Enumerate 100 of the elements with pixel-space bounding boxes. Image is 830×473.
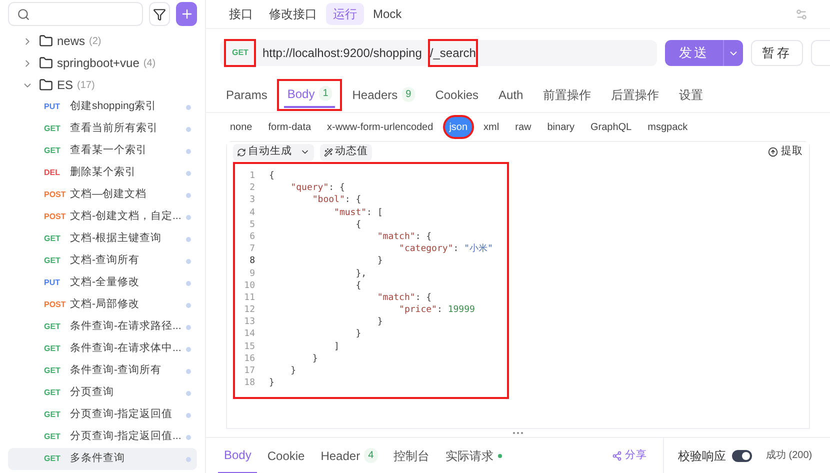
method-label: GET (44, 365, 62, 377)
request-item[interactable]: GET 多条件查询 (8, 448, 197, 470)
response-tab[interactable]: Header 4 (314, 438, 384, 473)
line-number: 5 (248, 218, 255, 231)
code-editor[interactable]: 1 { 2 "query": { 3 "bool": { 4 "must": [ 5 { 6 "match": { 7 "category": "小米" 8 } 9 }, 10 { 11 "match": { 12 "price": 19999 13 } 14 } 15 ] 16 } 17 } 18 } (235, 164, 507, 397)
request-item[interactable]: GET 文档-根据主键查询 (8, 228, 197, 250)
top-tab[interactable]: 运行 (326, 3, 364, 25)
top-tab[interactable]: Mock (366, 3, 409, 25)
code-line: "must": [ (333, 206, 383, 219)
body-type-option[interactable]: binary (543, 117, 578, 137)
line-number: 1 (248, 170, 255, 182)
item-count: (4) (143, 56, 156, 70)
request-name: 文档-全量修改 (70, 275, 140, 290)
request-item[interactable]: GET 条件查询-查询所有 (8, 360, 197, 382)
request-name: 条件查询-在请求路径... (70, 319, 182, 334)
method-label: GET (44, 233, 62, 245)
request-tab[interactable]: Headers 9 (349, 82, 418, 108)
code-line: { (269, 170, 274, 182)
line-number: 15 (243, 340, 255, 353)
request-item[interactable]: PUT 文档-全量修改 (8, 272, 197, 294)
upload-icon (768, 147, 778, 157)
code-line: ] (333, 340, 340, 353)
request-item[interactable]: POST 文档-创建文档，自定... (8, 206, 197, 228)
folder-item[interactable]: ES (17) (0, 74, 205, 96)
method-label: PUT (44, 101, 61, 113)
request-tab[interactable]: Body 1 (284, 82, 336, 108)
drag-handle-icon[interactable] (513, 432, 523, 434)
sliders-icon[interactable] (795, 8, 808, 20)
count-badge: 1 (318, 86, 332, 101)
wand-icon (324, 148, 333, 156)
request-tab[interactable]: Cookies (432, 82, 482, 108)
request-item[interactable]: GET 条件查询-在请求体中... (8, 338, 197, 360)
response-tab[interactable]: 实际请求 (440, 438, 508, 473)
request-item[interactable]: GET 查看某一个索引 (8, 140, 197, 162)
response-tab[interactable]: 控制台 (388, 438, 436, 473)
request-item[interactable]: GET 分页查询-指定返回值 (8, 404, 197, 426)
line-number: 18 (243, 377, 255, 390)
folder-icon (39, 78, 53, 92)
validate-toggle[interactable] (732, 450, 752, 462)
request-name: 删除某个索引 (70, 165, 137, 180)
body-type-option[interactable]: raw (511, 117, 536, 137)
request-tab[interactable]: Params (223, 82, 270, 108)
folder-item[interactable]: news (2) (0, 30, 205, 52)
search-field[interactable] (8, 2, 143, 26)
response-tab[interactable]: Body (218, 438, 258, 473)
folder-item[interactable]: springboot+vue (4) (0, 52, 205, 74)
dynamic-value-button[interactable]: 动态值 (320, 144, 372, 160)
extract-button[interactable]: 提取 (768, 144, 803, 160)
request-item[interactable]: GET 文档-查询所有 (8, 250, 197, 272)
method-label: GET (44, 255, 62, 267)
body-type-option[interactable]: msgpack (644, 117, 692, 137)
request-tab[interactable]: 前置操作 (540, 82, 594, 108)
code-line: } (376, 316, 383, 328)
line-number: 6 (248, 230, 255, 244)
line-number: 8 (248, 255, 255, 268)
response-tab[interactable]: Cookie (261, 438, 311, 473)
body-type-option[interactable]: json (445, 117, 472, 137)
request-item[interactable]: GET 分页查询-指定返回值... (8, 426, 197, 448)
auto-generate-button[interactable]: 自动生成 (233, 144, 314, 160)
body-type-option[interactable]: form-data (264, 117, 316, 137)
request-name: 文档-查询所有 (70, 253, 140, 268)
line-number: 13 (243, 316, 255, 328)
url-field[interactable]: GET http://localhost:9200/shopping /_search (220, 40, 658, 66)
status-text: 成功 (200) (766, 448, 812, 463)
body-type-option[interactable]: xml (480, 117, 504, 137)
request-tab[interactable]: Auth (496, 82, 526, 108)
line-number: 17 (243, 365, 255, 378)
request-tab[interactable]: 后置操作 (608, 82, 662, 108)
code-line: { (354, 280, 362, 292)
request-item[interactable]: GET 条件查询-在请求路径... (8, 316, 197, 338)
code-line: } (269, 377, 274, 390)
body-type-option[interactable]: GraphQL (586, 117, 636, 137)
code-line: } (354, 328, 362, 341)
add-button[interactable] (176, 2, 197, 26)
request-name: 分页查询-指定返回值 (70, 407, 174, 422)
request-item[interactable]: GET 查看当前所有索引 (8, 118, 197, 140)
request-item[interactable]: GET 分页查询 (8, 382, 197, 404)
filter-button[interactable] (149, 2, 170, 26)
body-type-option[interactable]: x-www-form-urlencoded (323, 117, 438, 137)
share-button[interactable]: 分享 (612, 448, 647, 464)
request-item[interactable]: PUT 创建shopping索引 (8, 96, 197, 118)
line-number: 14 (243, 328, 255, 341)
filter-icon (153, 8, 166, 20)
request-item[interactable]: POST 文档-局部修改 (8, 294, 197, 316)
code-line: } (311, 352, 318, 365)
top-tab[interactable]: 接口 (222, 3, 260, 25)
validate-label: 校验响应 (678, 448, 726, 464)
request-item[interactable]: POST 文档—创建文档 (8, 184, 197, 206)
code-line: { (354, 218, 362, 231)
method-label: GET (44, 431, 62, 443)
code-line: "bool": { (311, 194, 362, 207)
line-number: 7 (248, 243, 255, 256)
search-icon (17, 8, 30, 20)
method-label: POST (44, 299, 67, 311)
method-label: GET (44, 321, 62, 333)
request-item[interactable]: DEL 删除某个索引 (8, 162, 197, 184)
request-tab[interactable]: 设置 (676, 82, 706, 108)
save-button[interactable]: 暂存 (751, 40, 804, 66)
body-type-option[interactable]: none (226, 117, 256, 137)
top-tab[interactable]: 修改接口 (262, 3, 324, 25)
